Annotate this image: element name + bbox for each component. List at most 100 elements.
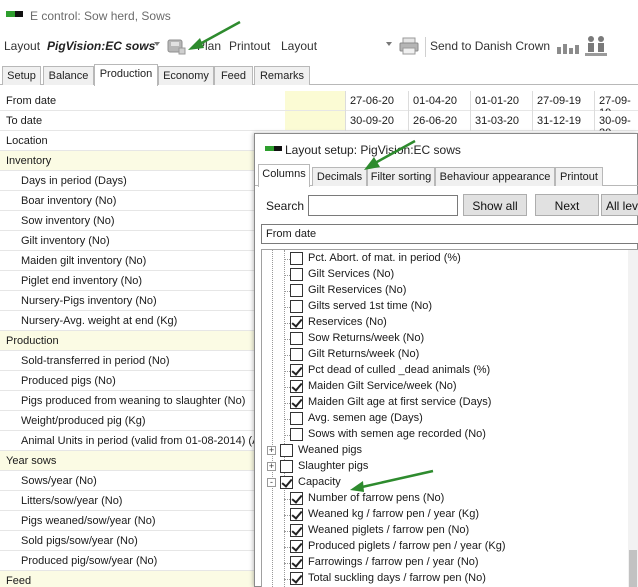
layout-setup-dialog: Layout setup: PigVision:EC sows Columns … bbox=[254, 133, 638, 587]
section-title: Year sows bbox=[6, 455, 57, 467]
to-date-cell[interactable]: 30-09-20 bbox=[594, 111, 638, 131]
tree-checkbox[interactable] bbox=[290, 332, 303, 345]
to-date-cell[interactable]: 31-12-19 bbox=[532, 111, 594, 131]
tree-checkbox[interactable] bbox=[290, 396, 303, 409]
tree-item-label: Weaned pigs bbox=[298, 444, 363, 456]
tree-scrollbar[interactable] bbox=[628, 250, 638, 587]
expand-icon[interactable]: + bbox=[267, 446, 276, 455]
column-tree: Pct. Abort. of mat. in period (%) Gilt S… bbox=[261, 249, 638, 587]
tree-checkbox[interactable] bbox=[290, 508, 303, 521]
tab-decimals[interactable]: Decimals bbox=[312, 167, 367, 186]
tree-checkbox[interactable] bbox=[280, 444, 293, 457]
tab-behaviour-appearance[interactable]: Behaviour appearance bbox=[435, 167, 555, 186]
tab-appearance-label: appearance bbox=[492, 171, 551, 183]
row-label: Pigs produced from weaning to slaughter … bbox=[21, 395, 246, 407]
row-label: Animal Units in period (valid from 01-08… bbox=[21, 435, 260, 447]
from-date-label: From date bbox=[6, 95, 57, 107]
expand-icon[interactable]: + bbox=[267, 462, 276, 471]
to-date-label: To date bbox=[6, 115, 43, 127]
row-label: Days in period (Days) bbox=[21, 175, 127, 187]
row-label: Litters/sow/year (No) bbox=[21, 495, 123, 507]
row-label: Weight/produced pig (Kg) bbox=[21, 415, 146, 427]
tree-item-label: Produced piglets / farrow pen / year (Kg… bbox=[308, 540, 506, 552]
row-label: Produced pigs (No) bbox=[21, 375, 116, 387]
tree-item-label: Maiden Gilt Service/week (No) bbox=[308, 380, 457, 392]
from-date-cell[interactable]: 27-09-19 bbox=[594, 91, 638, 111]
grid-row-to-date: To date 30-09-20 26-06-20 31-03-20 31-12… bbox=[0, 111, 638, 131]
layout2-dropdown-icon[interactable] bbox=[386, 42, 392, 46]
layout-dropdown-icon[interactable] bbox=[154, 42, 160, 46]
tree-item-label: Farrowings / farrow pen / year (No) bbox=[308, 556, 479, 568]
bars-icon[interactable] bbox=[556, 37, 582, 55]
all-levels-button[interactable]: All leve bbox=[601, 194, 638, 216]
tree-checkbox[interactable] bbox=[290, 540, 303, 553]
from-date-cell[interactable]: 27-09-19 bbox=[532, 91, 594, 111]
tree-checkbox[interactable] bbox=[290, 268, 303, 281]
selected-column-field[interactable]: From date bbox=[261, 224, 638, 244]
tab-production[interactable]: Production bbox=[94, 64, 158, 86]
tab-economy[interactable]: Economy bbox=[158, 66, 214, 85]
to-date-cell[interactable]: 30-09-20 bbox=[345, 111, 408, 131]
tree-item-label: Gilt Reservices (No) bbox=[308, 284, 407, 296]
tree-item-label: Pct. Abort. of mat. in period (%) bbox=[308, 252, 461, 264]
to-date-cell[interactable]: 31-03-20 bbox=[470, 111, 532, 131]
row-label: Nursery-Pigs inventory (No) bbox=[21, 295, 157, 307]
main-tabs: Setup Balance Production Economy Feed Re… bbox=[0, 64, 638, 86]
printer-icon[interactable] bbox=[398, 36, 420, 56]
show-all-button[interactable]: Show all bbox=[463, 194, 527, 216]
tree-checkbox[interactable] bbox=[290, 252, 303, 265]
tree-item-label: Reservices (No) bbox=[308, 316, 387, 328]
dialog-tabs: Columns Decimals Filter sorting Behaviou… bbox=[255, 164, 638, 187]
from-date-cell[interactable]: 27-06-20 bbox=[345, 91, 408, 111]
tree-checkbox[interactable] bbox=[290, 524, 303, 537]
toolbar: Layout PigVision:EC sows Plan Printout L… bbox=[0, 31, 638, 63]
tab-balance[interactable]: Balance bbox=[43, 66, 94, 85]
search-row: Search Show all Next All leve bbox=[255, 192, 638, 218]
tree-checkbox[interactable] bbox=[290, 316, 303, 329]
title-bar: E control: Sow herd, Sows bbox=[0, 0, 638, 31]
layout-label: Layout bbox=[4, 39, 41, 53]
tab-columns[interactable]: Columns bbox=[258, 164, 310, 187]
layout-select[interactable]: PigVision:EC sows bbox=[47, 39, 155, 53]
tab-feed[interactable]: Feed bbox=[214, 66, 253, 85]
row-label: Sold pigs/sow/year (No) bbox=[21, 535, 138, 547]
tab-remarks[interactable]: Remarks bbox=[254, 66, 310, 85]
tab-filter-sorting[interactable]: Filter sorting bbox=[367, 167, 435, 186]
tree-checkbox[interactable] bbox=[290, 492, 303, 505]
tree-checkbox[interactable] bbox=[280, 476, 293, 489]
search-input[interactable] bbox=[308, 195, 458, 216]
tree-checkbox[interactable] bbox=[290, 284, 303, 297]
tree-checkbox[interactable] bbox=[290, 428, 303, 441]
scrollbar-thumb[interactable] bbox=[629, 550, 637, 587]
tree-item-label: Sows with semen age recorded (No) bbox=[308, 428, 486, 440]
tree-checkbox[interactable] bbox=[290, 556, 303, 569]
printout-button[interactable]: Printout bbox=[229, 39, 270, 53]
tree-checkbox[interactable] bbox=[290, 364, 303, 377]
tab-printout[interactable]: Printout bbox=[555, 167, 603, 186]
row-label: Piglet end inventory (No) bbox=[21, 275, 143, 287]
tab-setup[interactable]: Setup bbox=[2, 66, 41, 85]
collapse-icon[interactable]: - bbox=[267, 478, 276, 487]
row-label: Boar inventory (No) bbox=[21, 195, 117, 207]
tree-checkbox[interactable] bbox=[290, 572, 303, 585]
tree-item-label: Avg. semen age (Days) bbox=[308, 412, 423, 424]
from-date-cell[interactable]: 01-04-20 bbox=[408, 91, 470, 111]
from-date-cell[interactable]: 01-01-20 bbox=[470, 91, 532, 111]
plan-button[interactable]: Plan bbox=[197, 39, 221, 53]
row-label: Nursery-Avg. weight at end (Kg) bbox=[21, 315, 178, 327]
tree-checkbox[interactable] bbox=[280, 460, 293, 473]
layout-menu[interactable]: Layout bbox=[281, 39, 317, 53]
tree-checkbox[interactable] bbox=[290, 348, 303, 361]
tree-checkbox[interactable] bbox=[290, 412, 303, 425]
row-label: Sold-transferred in period (No) bbox=[21, 355, 170, 367]
to-date-cell[interactable]: 26-06-20 bbox=[408, 111, 470, 131]
search-label: Search bbox=[266, 199, 305, 213]
send-to-danish-crown-button[interactable]: Send to Danish Crown bbox=[430, 39, 550, 53]
next-button[interactable]: Next bbox=[535, 194, 599, 216]
tree-item-label: Weaned piglets / farrow pen (No) bbox=[308, 524, 470, 536]
tree-line bbox=[272, 250, 273, 587]
pig-save-icon[interactable] bbox=[166, 36, 186, 56]
tree-checkbox[interactable] bbox=[290, 380, 303, 393]
tree-checkbox[interactable] bbox=[290, 300, 303, 313]
people-icon[interactable] bbox=[584, 34, 608, 58]
